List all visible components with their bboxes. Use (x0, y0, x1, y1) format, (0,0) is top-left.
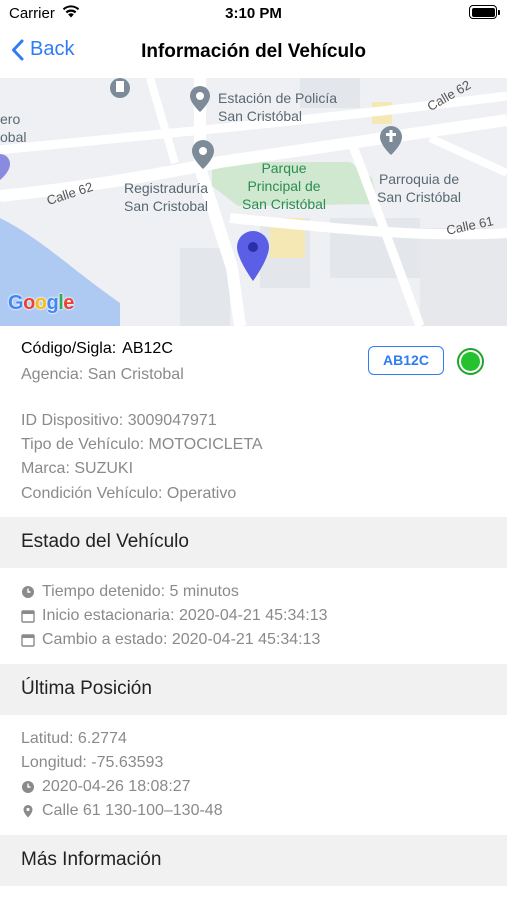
section-header-posicion: Última Posición (0, 664, 507, 715)
longitude-text: Longitud: -75.63593 (21, 754, 164, 771)
device-id-text: ID Dispositivo: 3009047971 (21, 412, 217, 429)
section-title-mas: Más Información (21, 849, 162, 870)
code-badge[interactable]: AB12C (368, 346, 444, 375)
position-time-row: 2020-04-26 18:08:27 (21, 778, 191, 796)
state-change-row: Cambio a estado: 2020-04-21 45:34:13 (21, 631, 320, 649)
latitude-row: Latitud: 6.2774 (21, 730, 127, 748)
status-bar: Carrier 3:10 PM (0, 0, 507, 26)
clock: 3:10 PM (225, 5, 282, 22)
section-title-estado: Estado del Vehículo (21, 531, 189, 552)
map-label-parroquia: Parroquia de San Cristóbal (377, 171, 462, 205)
code-label: Código/Sigla: (21, 340, 117, 357)
google-logo: Google (8, 292, 74, 314)
brand-text: Marca: SUZUKI (21, 460, 134, 477)
condition-text: Condición Vehículo: Operativo (21, 485, 237, 502)
longitude-row: Longitud: -75.63593 (21, 754, 163, 772)
stopped-time-row: Tiempo detenido: 5 minutos (21, 583, 239, 601)
battery-icon (469, 5, 500, 19)
agency-text: Agencia: San Cristobal (21, 366, 184, 383)
status-indicator (457, 348, 484, 375)
clock-icon (22, 586, 34, 598)
calendar-icon (21, 634, 35, 647)
state-change-text: Cambio a estado: 2020-04-21 45:34:13 (42, 631, 321, 648)
latitude-text: Latitud: 6.2774 (21, 730, 127, 747)
section-title-posicion: Última Posición (21, 678, 152, 699)
vehicle-info-card: Código/Sigla: AB12C Agencia: San Cristoba… (0, 326, 507, 516)
section-header-estado: Estado del Vehículo (0, 517, 507, 568)
map-pin-icon[interactable] (236, 230, 270, 282)
map-label-parque: Parque Principal de San Cristóbal (242, 160, 327, 212)
stopped-time-text: Tiempo detenido: 5 minutos (42, 583, 239, 600)
bookmark-poi-icon (110, 78, 130, 98)
address-row: Calle 61 130-100–130-48 (21, 802, 223, 820)
address-text: Calle 61 130-100–130-48 (42, 802, 223, 819)
vehicle-type-text: Tipo de Vehículo: MOTOCICLETA (21, 436, 263, 453)
location-pin-icon (23, 805, 33, 818)
map-view[interactable]: ero obal Estación de Policía San Cristób… (0, 78, 507, 326)
stationary-start-row: Inicio estacionaria: 2020-04-21 45:34:13 (21, 607, 328, 625)
map-label-registraduria: Registraduría San Cristobal (124, 180, 209, 214)
code-value: AB12C (122, 340, 173, 357)
map-label-police: Estación de Policía San Cristóbal (218, 90, 338, 124)
section-body-estado: Tiempo detenido: 5 minutos Inicio estaci… (0, 568, 507, 664)
map-label-edge: ero obal (0, 111, 27, 145)
stationary-start-text: Inicio estacionaria: 2020-04-21 45:34:13 (42, 607, 328, 624)
section-body-posicion: Latitud: 6.2774 Longitud: -75.63593 2020… (0, 715, 507, 835)
clock-icon (22, 781, 34, 793)
calendar-icon (21, 610, 35, 623)
position-time-text: 2020-04-26 18:08:27 (42, 778, 191, 795)
navigation-bar: Back Información del Vehículo (0, 26, 507, 78)
section-header-mas[interactable]: Más Información (0, 835, 507, 886)
code-row: Código/Sigla: AB12C (21, 340, 173, 358)
page-title: Información del Vehículo (141, 41, 366, 62)
